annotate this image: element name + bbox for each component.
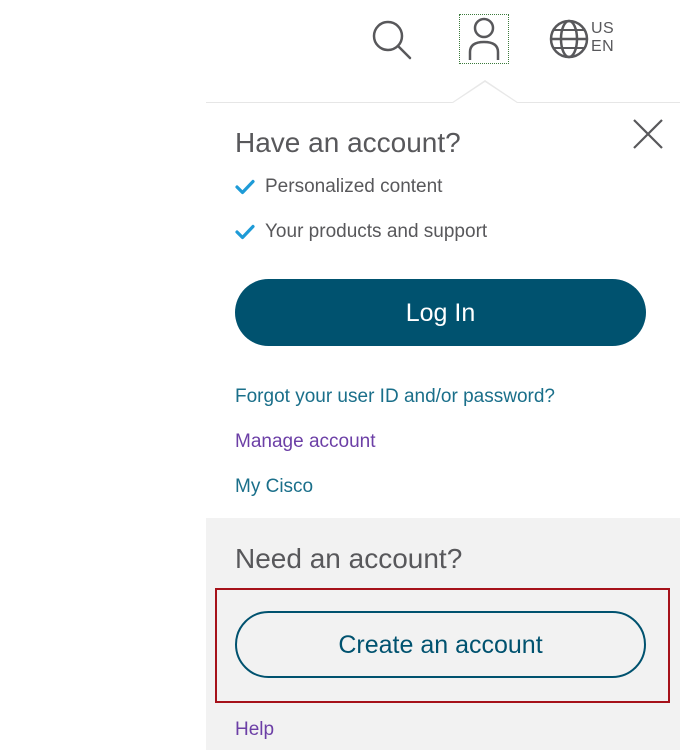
locale-selector[interactable]: US EN <box>591 20 614 56</box>
benefit-item: Your products and support <box>235 217 487 247</box>
login-button[interactable]: Log In <box>235 279 646 346</box>
locale-country: US <box>591 20 615 37</box>
locale-language: EN <box>591 38 615 55</box>
check-icon <box>235 179 255 195</box>
benefit-label: Personalized content <box>265 176 443 197</box>
need-account-heading: Need an account? <box>235 543 463 574</box>
help-link[interactable]: Help <box>235 718 274 742</box>
benefit-item: Personalized content <box>235 172 487 202</box>
dropdown-caret-fill <box>453 82 517 103</box>
globe-icon[interactable] <box>548 18 590 60</box>
manage-account-link[interactable]: Manage account <box>235 430 376 454</box>
have-account-heading: Have an account? <box>235 127 461 158</box>
search-icon[interactable] <box>370 18 414 62</box>
account-icon[interactable] <box>459 14 509 64</box>
page: US EN Have an account? Personalized cont… <box>0 0 680 750</box>
forgot-credentials-link[interactable]: Forgot your user ID and/or password? <box>235 385 555 409</box>
benefits-list: Personalized content Your products and s… <box>235 172 487 262</box>
create-account-button[interactable]: Create an account <box>235 611 646 678</box>
my-cisco-link[interactable]: My Cisco <box>235 475 313 499</box>
check-icon <box>235 224 255 240</box>
benefit-label: Your products and support <box>265 221 488 242</box>
close-icon[interactable] <box>630 116 666 152</box>
